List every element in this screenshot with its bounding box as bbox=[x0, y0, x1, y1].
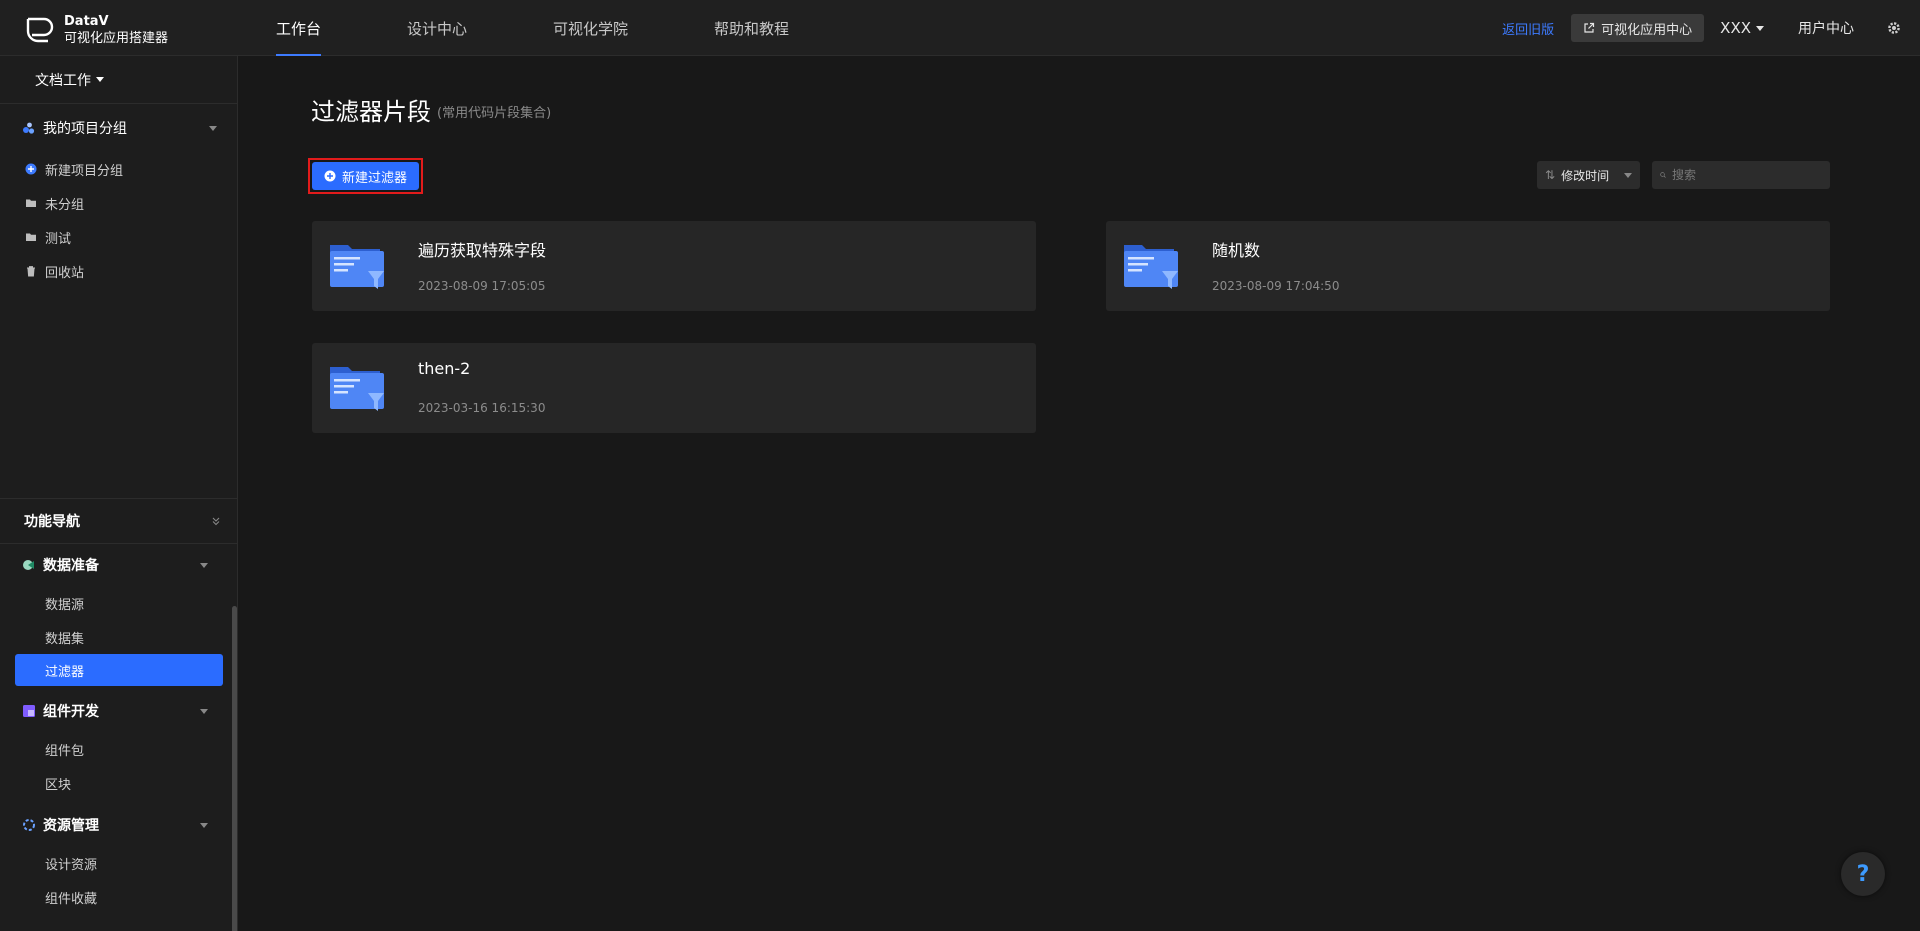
card-name: 随机数 bbox=[1212, 241, 1261, 260]
function-nav-label: 功能导航 bbox=[24, 514, 80, 530]
component-dev-icon bbox=[23, 705, 35, 717]
plus-circle-icon bbox=[25, 163, 37, 175]
nav-academy[interactable]: 可视化学院 bbox=[539, 0, 642, 56]
caret-down-icon bbox=[1756, 25, 1764, 31]
my-project-groups[interactable]: 我的项目分组 bbox=[0, 104, 237, 152]
section-resource-mgmt[interactable]: 资源管理 bbox=[0, 804, 230, 846]
function-nav-list: 数据准备 数据源 数据集 过滤器 组件开发 组件包 区块 资源管理 设计资源 组… bbox=[0, 544, 230, 914]
search-input[interactable] bbox=[1672, 168, 1822, 182]
caret-down-icon bbox=[96, 77, 104, 82]
section-data-prep[interactable]: 数据准备 bbox=[0, 544, 230, 586]
nav-design-center[interactable]: 设计中心 bbox=[393, 0, 481, 56]
double-chevron-down-icon bbox=[212, 517, 220, 526]
gear-icon[interactable] bbox=[1886, 20, 1902, 36]
nav-filter[interactable]: 过滤器 bbox=[15, 654, 223, 686]
group-ungrouped[interactable]: 未分组 bbox=[0, 186, 237, 220]
logo[interactable]: DataV 可视化应用搭建器 bbox=[22, 13, 168, 47]
user-name: XXX bbox=[1720, 19, 1751, 37]
search-box bbox=[1652, 161, 1830, 189]
data-prep-icon bbox=[23, 560, 34, 570]
nav-help[interactable]: 帮助和教程 bbox=[700, 0, 803, 56]
recycle-bin[interactable]: 回收站 bbox=[0, 254, 237, 288]
sidebar: 文档工作 我的项目分组 新建项目分组 未分组 测试 回收站 功能导航 数据准备 … bbox=[0, 56, 238, 931]
filter-card[interactable]: 遍历获取特殊字段 2023-08-09 17:05:05 bbox=[312, 221, 1036, 311]
card-name: then-2 bbox=[418, 359, 471, 378]
brand-name: DataV bbox=[64, 14, 109, 29]
top-bar: DataV 可视化应用搭建器 工作台 设计中心 可视化学院 帮助和教程 返回旧版… bbox=[0, 0, 1920, 56]
card-time: 2023-03-16 16:15:30 bbox=[418, 401, 546, 415]
brand-subtitle: 可视化应用搭建器 bbox=[64, 31, 169, 46]
top-nav: 工作台 设计中心 可视化学院 帮助和教程 bbox=[262, 0, 861, 56]
filter-card[interactable]: then-2 2023-03-16 16:15:30 bbox=[312, 343, 1036, 433]
caret-down-icon bbox=[200, 562, 208, 568]
sidebar-scrollbar[interactable] bbox=[232, 606, 237, 931]
trash-icon bbox=[27, 266, 35, 277]
card-time: 2023-08-09 17:04:50 bbox=[1212, 279, 1340, 293]
caret-down-icon bbox=[200, 822, 208, 828]
resource-icon bbox=[23, 819, 35, 831]
nav-dataset[interactable]: 数据集 bbox=[0, 620, 230, 654]
filter-card[interactable]: 随机数 2023-08-09 17:04:50 bbox=[1106, 221, 1830, 311]
new-project-group[interactable]: 新建项目分组 bbox=[0, 152, 237, 186]
sort-arrows-icon: ⇅ bbox=[1545, 168, 1556, 182]
nav-data-source[interactable]: 数据源 bbox=[0, 586, 230, 620]
project-groups-icon bbox=[23, 122, 35, 134]
help-button[interactable]: ? bbox=[1841, 852, 1885, 896]
nav-component-favorites[interactable]: 组件收藏 bbox=[0, 880, 230, 914]
my-project-groups-label: 我的项目分组 bbox=[43, 121, 127, 137]
nav-block[interactable]: 区块 bbox=[0, 766, 230, 800]
filter-folder-icon bbox=[330, 367, 384, 411]
user-center-link[interactable]: 用户中心 bbox=[1798, 18, 1854, 38]
new-filter-label: 新建过滤器 bbox=[341, 170, 407, 186]
app-center-label: 可视化应用中心 bbox=[1601, 22, 1693, 38]
back-to-old-version-link[interactable]: 返回旧版 bbox=[1502, 19, 1554, 38]
nav-component-package[interactable]: 组件包 bbox=[0, 732, 230, 766]
new-filter-button[interactable]: 新建过滤器 bbox=[312, 162, 419, 190]
caret-down-icon bbox=[1624, 172, 1632, 178]
caret-down-icon bbox=[209, 125, 217, 131]
card-time: 2023-08-09 17:05:05 bbox=[418, 279, 546, 293]
sort-select[interactable]: ⇅ 修改时间 bbox=[1537, 161, 1640, 189]
function-nav-header[interactable]: 功能导航 bbox=[0, 498, 237, 544]
datav-logo-icon bbox=[26, 17, 54, 43]
nav-design-resources[interactable]: 设计资源 bbox=[0, 846, 230, 880]
page-subtitle: (常用代码片段集合) bbox=[437, 106, 552, 121]
nav-workbench[interactable]: 工作台 bbox=[262, 0, 335, 56]
filter-folder-icon bbox=[330, 245, 384, 289]
user-menu[interactable]: XXX bbox=[1720, 19, 1764, 37]
plus-circle-icon bbox=[324, 170, 336, 182]
folder-icon bbox=[26, 233, 36, 241]
group-test[interactable]: 测试 bbox=[0, 220, 237, 254]
filter-folder-icon bbox=[1124, 245, 1178, 289]
sort-label: 修改时间 bbox=[1561, 168, 1610, 183]
page-title: 过滤器片段 bbox=[311, 98, 431, 126]
workspace-selector[interactable]: 文档工作 bbox=[0, 56, 237, 104]
main-content: 过滤器片段 (常用代码片段集合) 新建过滤器 ⇅ 修改时间 遍历获取特殊字段 bbox=[238, 56, 1920, 931]
search-icon bbox=[1660, 172, 1666, 178]
section-component-dev[interactable]: 组件开发 bbox=[0, 690, 230, 732]
caret-down-icon bbox=[200, 708, 208, 714]
workspace-name: 文档工作 bbox=[35, 72, 91, 89]
card-name: 遍历获取特殊字段 bbox=[418, 241, 547, 260]
app-center-button[interactable]: 可视化应用中心 bbox=[1571, 14, 1705, 42]
folder-icon bbox=[26, 199, 36, 207]
external-link-icon bbox=[1584, 22, 1595, 33]
